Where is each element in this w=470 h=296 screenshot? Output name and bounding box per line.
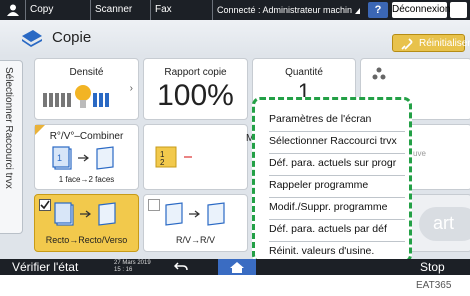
- combine-1in1-card[interactable]: 1 2: [143, 124, 248, 190]
- user-icon[interactable]: [6, 3, 20, 17]
- combine-label: R°/V°–Combiner: [49, 131, 124, 142]
- density-scale-icon: [43, 85, 109, 108]
- ratio-label: Rapport copie: [164, 67, 227, 78]
- reset-button[interactable]: Réinitialiser: [392, 34, 470, 52]
- duplex-label: Recto→Recto/Verso: [45, 235, 128, 245]
- signal-icon: [355, 8, 360, 14]
- quantity-label: Quantité: [285, 67, 323, 78]
- top-bar: Copy Scanner Fax Connecté : Administrate…: [0, 0, 470, 20]
- duplex2-label: R/V→R/V: [175, 235, 215, 245]
- shortcut-tab-label: Sélectionner Raccourci trvx: [3, 67, 14, 189]
- svg-text:1: 1: [57, 153, 62, 163]
- duplex-to-duplex-icon: [165, 202, 225, 226]
- time-text: 15 : 16: [114, 267, 133, 273]
- moon-icon: [455, 5, 460, 15]
- menu-item-set-defaults[interactable]: Déf. para. actuels par déf: [269, 219, 405, 242]
- one-to-two-sided-icon: 1: [52, 146, 114, 170]
- device-screen: Copy Scanner Fax Connecté : Administrate…: [0, 0, 470, 275]
- single-to-duplex-icon: [54, 202, 116, 226]
- disconnect-button[interactable]: Déconnexion: [392, 2, 450, 18]
- menu-item-screen-settings[interactable]: Paramètres de l'écran: [269, 109, 405, 132]
- density-card[interactable]: Densité ›: [34, 58, 139, 120]
- shortcut-side-tab[interactable]: Sélectionner Raccourci trvx: [0, 60, 23, 234]
- connection-status: Connecté : Administrateur machine: [212, 0, 352, 20]
- check-status-button[interactable]: Vérifier l'état: [12, 259, 78, 275]
- stop-button-label[interactable]: Stop: [420, 259, 445, 275]
- apps-icon: [372, 67, 386, 80]
- menu-item-select-shortcut[interactable]: Sélectionner Raccourci trvx: [269, 131, 405, 154]
- copy-app-icon: [22, 30, 42, 47]
- menu-item-edit-program[interactable]: Modif./Suppr. programme: [269, 197, 405, 220]
- density-chevron-icon: ›: [129, 83, 133, 94]
- back-icon[interactable]: [174, 261, 188, 273]
- date-time: 27 Mars 2019 15 : 16: [114, 260, 151, 274]
- density-label: Densité: [69, 67, 104, 78]
- tab-copy[interactable]: Copy: [25, 0, 80, 20]
- duplex2-card[interactable]: R/V→R/V: [143, 194, 248, 252]
- menu-item-recall-program[interactable]: Rappeler programme: [269, 175, 405, 198]
- combine-card[interactable]: R°/V°–Combiner 1 1 face→2 faces: [34, 124, 139, 190]
- ratio-card[interactable]: Rapport copie 100%: [143, 58, 248, 120]
- options-partial-label: uve: [413, 149, 426, 158]
- home-icon: [230, 262, 244, 273]
- figure-id: EAT365: [416, 280, 452, 291]
- svg-text:2: 2: [160, 158, 165, 167]
- page-title: Copie: [52, 29, 92, 46]
- date-text: 27 Mars 2019: [114, 260, 151, 266]
- duplex-card-selected[interactable]: Recto→Recto/Verso: [34, 194, 139, 252]
- energy-saver-button[interactable]: [450, 2, 467, 18]
- checkbox-checked-icon[interactable]: [39, 199, 51, 211]
- checkbox-unchecked-icon[interactable]: [148, 199, 160, 211]
- tab-fax[interactable]: Fax: [150, 0, 208, 20]
- combine-sublabel: 1 face→2 faces: [58, 175, 115, 184]
- reset-label: Réinitialiser: [419, 38, 470, 49]
- help-button[interactable]: ?: [368, 2, 388, 18]
- settings-popup-menu: Paramètres de l'écran Sélectionner Racco…: [252, 97, 412, 263]
- ratio-value: 100%: [157, 79, 234, 112]
- home-button[interactable]: [218, 259, 256, 275]
- start-label: art: [433, 213, 455, 233]
- combine-pages-icon: 1 2: [155, 146, 192, 168]
- reset-icon: [401, 38, 413, 50]
- bottom-bar: Vérifier l'état 27 Mars 2019 15 : 16 Sto…: [0, 259, 470, 275]
- menu-item-save-to-program[interactable]: Déf. para. actuels sur progr: [269, 153, 405, 176]
- start-button[interactable]: art: [419, 207, 470, 241]
- tab-scanner[interactable]: Scanner: [90, 0, 145, 20]
